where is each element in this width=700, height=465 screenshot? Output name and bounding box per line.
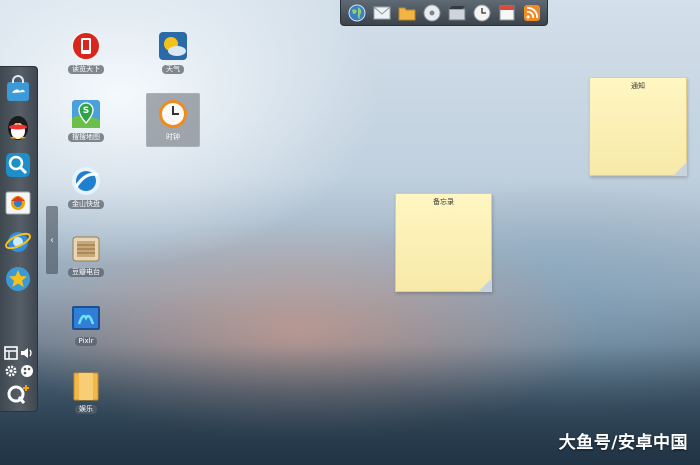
weather-sun-icon	[157, 30, 189, 62]
note-title: 通知	[631, 82, 645, 90]
theme-palette-icon[interactable]	[20, 363, 34, 377]
film-icon[interactable]	[447, 3, 467, 23]
app-label: 搜搜地图	[68, 133, 104, 142]
dock-collapse-handle[interactable]: ‹	[46, 206, 58, 274]
app-label: 天气	[162, 65, 184, 74]
browser-icon[interactable]	[4, 189, 32, 217]
rss-icon[interactable]	[522, 3, 542, 23]
sticky-note-memo[interactable]: 备忘录	[395, 193, 492, 292]
desktop-app-reading[interactable]: 读览天下	[59, 26, 113, 82]
desktop-app-weather[interactable]: 天气	[146, 26, 200, 82]
folder-icon[interactable]	[397, 3, 417, 23]
quick-launch-bar	[340, 0, 548, 26]
app-label: 读览天下	[68, 65, 104, 74]
kuaipan-cloud-icon	[70, 165, 102, 197]
app-label: 时钟	[166, 133, 180, 141]
note-corner	[673, 162, 687, 176]
window-switch-icon[interactable]	[4, 345, 18, 360]
reading-red-icon	[70, 30, 102, 62]
desktop-app-soso-map[interactable]: S 搜搜地图	[59, 94, 113, 150]
desktop-app-clock[interactable]: 时钟	[146, 93, 200, 147]
disc-icon[interactable]	[422, 3, 442, 23]
qq-search-icon[interactable]	[4, 151, 32, 179]
note-title: 备忘录	[433, 198, 454, 206]
desktop-app-entertainment-folder[interactable]: 娱乐	[59, 366, 113, 422]
volume-icon[interactable]	[20, 345, 34, 359]
app-label: 豆瓣电台	[68, 268, 104, 277]
left-dock	[0, 66, 38, 412]
desktop-app-kuaipan[interactable]: 金山快盘	[59, 161, 113, 217]
ie-browser-icon[interactable]	[4, 227, 32, 255]
note-corner	[478, 278, 492, 292]
qq-penguin-icon[interactable]	[4, 113, 32, 141]
folder-icon	[70, 370, 102, 402]
app-label: Pixlr	[74, 337, 98, 346]
calendar-icon[interactable]	[497, 3, 517, 23]
clock-icon	[157, 98, 189, 130]
app-label: 娱乐	[75, 405, 97, 414]
q-plus-logo-icon[interactable]	[6, 383, 30, 405]
map-pin-icon: S	[70, 98, 102, 130]
app-store-bag-icon[interactable]	[4, 75, 32, 103]
star-game-icon[interactable]	[4, 265, 32, 293]
watermark-text: 大鱼号/安卓中国	[558, 433, 688, 453]
desktop-app-douban-fm[interactable]: 豆瓣电台	[59, 229, 113, 285]
desktop-app-pixlr[interactable]: Pixlr	[59, 298, 113, 354]
desktop[interactable]: ‹ 读览天下 天气 S 搜搜地图 时钟 金山快盘 豆瓣电台 Pixlr 娱乐 通…	[0, 0, 700, 465]
clock-icon[interactable]	[472, 3, 492, 23]
settings-gear-icon[interactable]	[4, 363, 18, 377]
app-label: 金山快盘	[68, 200, 104, 209]
radio-icon	[70, 233, 102, 265]
mail-icon[interactable]	[372, 3, 392, 23]
svg-text:S: S	[83, 106, 89, 116]
sticky-note-notice[interactable]: 通知	[589, 77, 687, 176]
globe-icon[interactable]	[347, 3, 367, 23]
pixlr-icon	[70, 302, 102, 334]
